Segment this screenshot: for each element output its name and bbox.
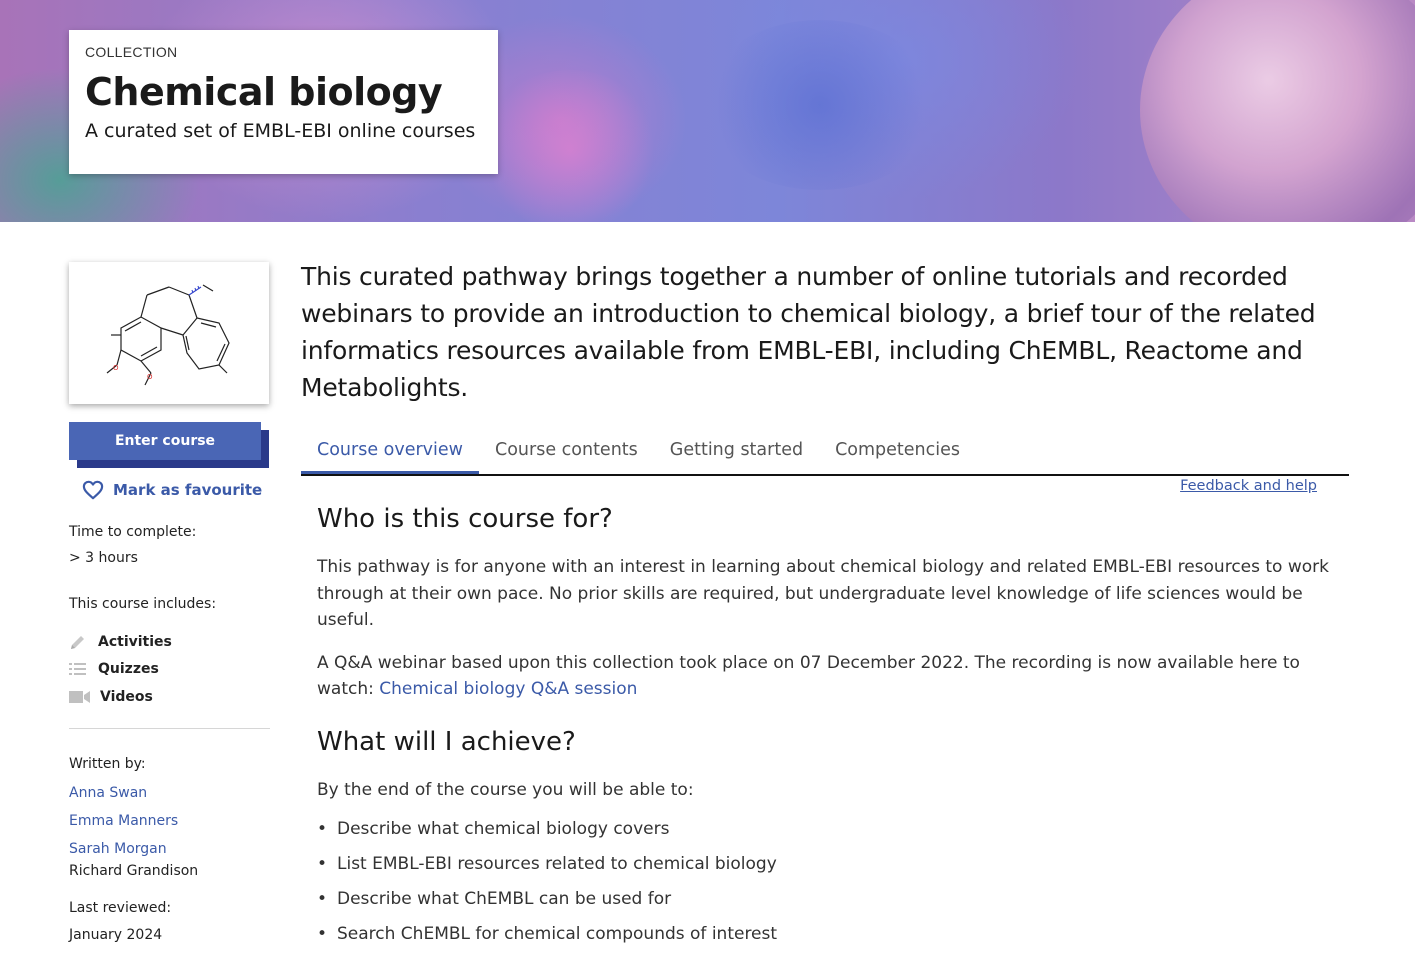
- includes-quizzes-label: Quizzes: [98, 661, 159, 678]
- includes-activities: Activities: [69, 628, 270, 656]
- qa-session-link[interactable]: Chemical biology Q&A session: [379, 679, 637, 699]
- tab-course-overview[interactable]: Course overview: [301, 430, 479, 474]
- section-paragraph: By the end of the course you will be abl…: [317, 779, 694, 800]
- tab-course-contents[interactable]: Course contents: [479, 430, 654, 474]
- sidebar-divider: [69, 727, 270, 729]
- course-includes-label: This course includes:: [69, 596, 217, 612]
- video-camera-icon: [69, 690, 98, 704]
- list-item: List EMBL-EBI resources related to chemi…: [317, 846, 1333, 881]
- course-intro: This curated pathway brings together a n…: [301, 262, 1316, 402]
- hero-title-card: COLLECTION Chemical biology A curated se…: [69, 30, 498, 174]
- last-reviewed-value: January 2024: [69, 926, 163, 943]
- author-link[interactable]: Anna Swan: [69, 785, 270, 802]
- section-heading: Who is this course for?: [317, 504, 613, 534]
- svg-text:O: O: [113, 364, 119, 372]
- feedback-help-link[interactable]: Feedback and help: [1180, 478, 1317, 494]
- heart-icon: [82, 480, 104, 500]
- collection-eyebrow: COLLECTION: [85, 44, 178, 60]
- page-title: Chemical biology: [85, 70, 443, 114]
- list-icon: [69, 661, 98, 677]
- includes-videos: Videos: [69, 683, 270, 711]
- list-item: Search ChEMBL for chemical compounds of …: [317, 916, 1333, 951]
- author-link[interactable]: Sarah Morgan: [69, 841, 270, 858]
- author-name: Richard Grandison: [69, 862, 199, 879]
- section-paragraph: A Q&A webinar based upon this collection…: [317, 650, 1333, 703]
- mark-favourite-button[interactable]: Mark as favourite: [82, 480, 270, 500]
- enter-course-label[interactable]: Enter course: [69, 422, 261, 460]
- hero-decoration: [480, 70, 660, 222]
- written-by-label: Written by:: [69, 755, 146, 772]
- course-sidebar: O O Enter course Mark as favourite Time …: [69, 262, 270, 943]
- mark-favourite-label: Mark as favourite: [113, 481, 263, 499]
- includes-activities-label: Activities: [98, 633, 172, 650]
- svg-text:O: O: [147, 373, 153, 381]
- hero-decoration: [1140, 0, 1415, 222]
- includes-quizzes: Quizzes: [69, 656, 270, 684]
- section-paragraph: This pathway is for anyone with an inter…: [317, 557, 1329, 630]
- hero-banner: COLLECTION Chemical biology A curated se…: [0, 0, 1415, 222]
- list-item: Describe what chemical biology covers: [317, 811, 1333, 846]
- last-reviewed-label: Last reviewed:: [69, 899, 172, 916]
- enter-course-button[interactable]: Enter course: [69, 422, 269, 468]
- molecule-structure-icon: O O: [106, 284, 230, 386]
- time-to-complete-value: > 3 hours: [69, 550, 138, 566]
- learning-goals-list: Describe what chemical biology covers Li…: [317, 811, 1333, 951]
- tab-getting-started[interactable]: Getting started: [654, 430, 819, 474]
- page-subtitle: A curated set of EMBL-EBI online courses: [85, 120, 476, 142]
- list-item: Describe what ChEMBL can be used for: [317, 881, 1333, 916]
- course-thumbnail: O O: [69, 262, 269, 404]
- course-overview-panel: Who is this course for? This pathway is …: [301, 504, 1349, 951]
- section-heading: What will I achieve?: [317, 726, 576, 757]
- course-includes-list: Activities Quizzes Videos: [69, 628, 270, 711]
- author-link[interactable]: Emma Manners: [69, 813, 270, 830]
- course-main: This curated pathway brings together a n…: [301, 258, 1349, 951]
- includes-videos-label: Videos: [100, 688, 153, 705]
- hero-decoration: [700, 20, 940, 190]
- time-to-complete-label: Time to complete:: [69, 524, 197, 540]
- tab-competencies[interactable]: Competencies: [819, 430, 976, 474]
- pencil-icon: [69, 633, 98, 651]
- course-tabs: Course overview Course contents Getting …: [301, 430, 1349, 476]
